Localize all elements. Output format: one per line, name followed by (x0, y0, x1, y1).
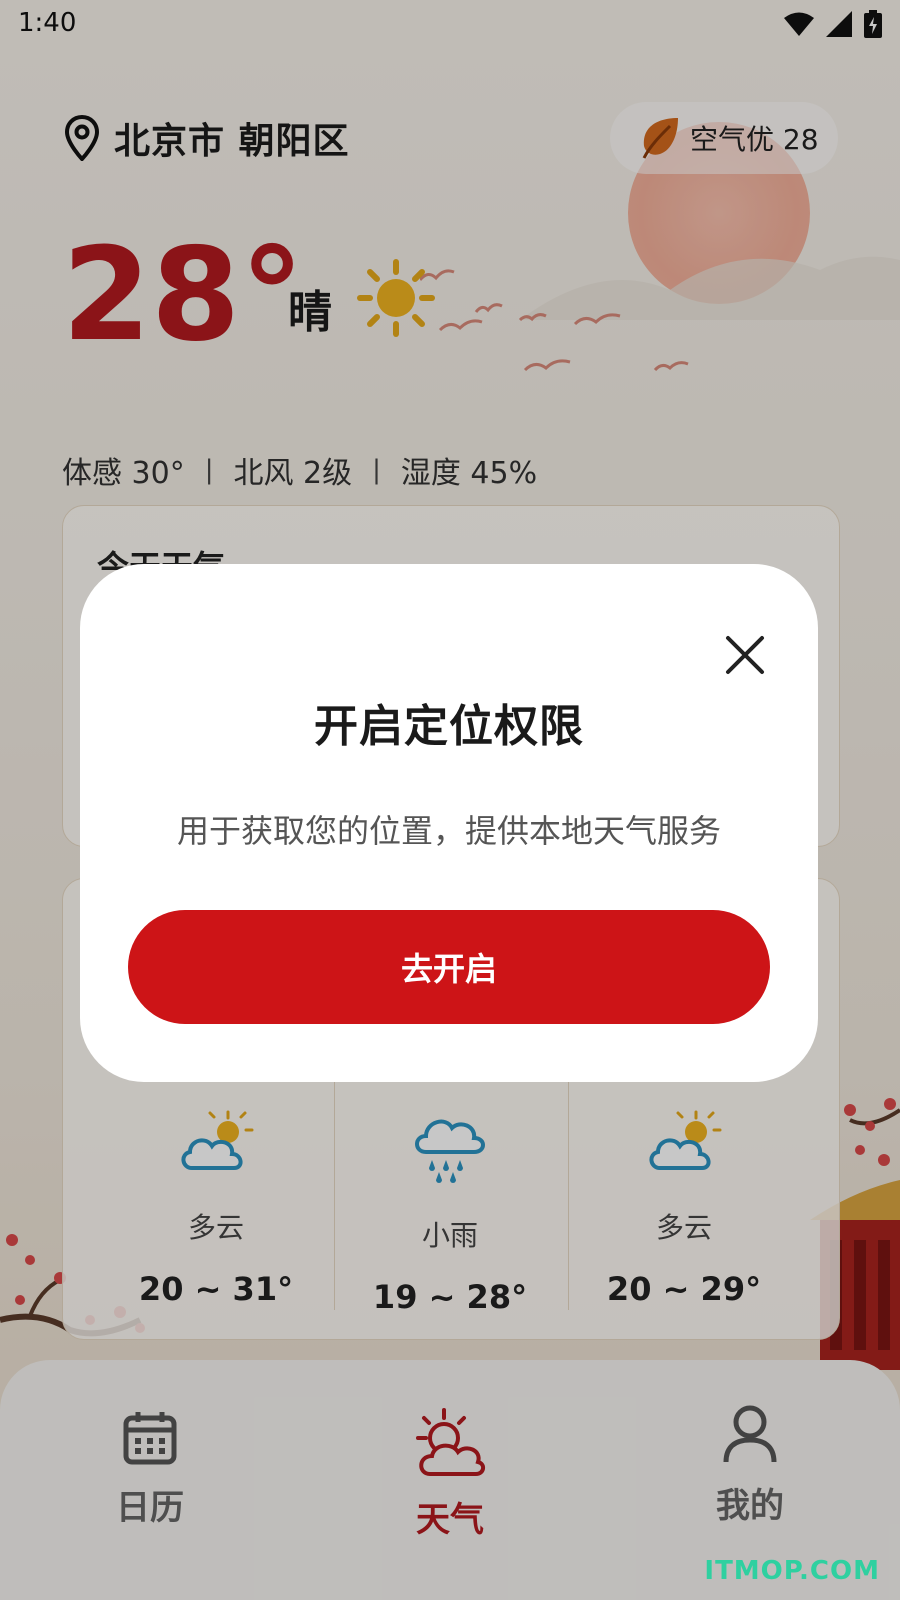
enable-location-button[interactable]: 去开启 (128, 910, 770, 1024)
close-icon[interactable] (724, 634, 766, 676)
dialog-title: 开启定位权限 (314, 701, 584, 752)
dialog-message: 用于获取您的位置，提供本地天气服务 (176, 812, 721, 850)
watermark: ITMOP.COM (704, 1556, 880, 1586)
location-permission-dialog: 开启定位权限 用于获取您的位置，提供本地天气服务 去开启 (80, 564, 818, 1082)
